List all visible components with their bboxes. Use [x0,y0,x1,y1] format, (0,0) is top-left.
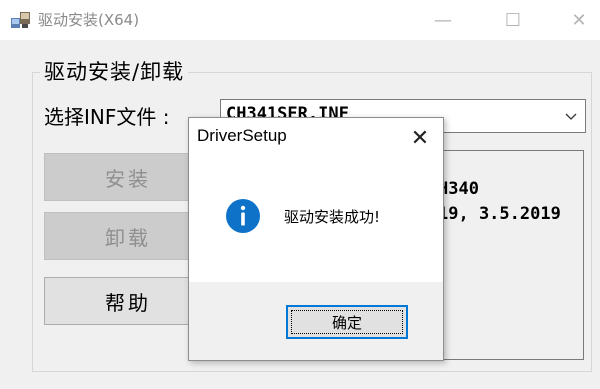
help-button[interactable]: 帮助 [44,277,212,325]
driver-info-line: H340 [438,179,479,199]
install-button[interactable]: 安装 [44,153,212,201]
driversetup-dialog: DriverSetup ✕ 驱动安装成功! 确定 [188,117,444,361]
title-bar: 驱动安装(X64) — ☐ ✕ [0,0,600,40]
inf-file-label: 选择INF文件 : [44,105,170,129]
driver-info-box: H340 19, 3.5.2019 [420,150,584,360]
dialog-footer: 确定 [189,282,443,360]
uninstall-button[interactable]: 卸载 [44,212,212,260]
chevron-down-icon [565,113,577,120]
minimize-button[interactable]: — [420,0,466,40]
app-icon [11,12,30,28]
focus-rectangle [291,310,403,334]
window-title: 驱动安装(X64) [38,11,140,29]
driver-info-line: 19, 3.5.2019 [438,204,561,224]
dialog-close-button[interactable]: ✕ [405,124,435,152]
dialog-body: 驱动安装成功! [189,158,443,282]
dialog-title: DriverSetup [197,126,287,145]
close-button[interactable]: ✕ [556,0,600,40]
groupbox-title: 驱动安装/卸载 [40,56,189,86]
maximize-button[interactable]: ☐ [490,0,536,40]
ok-button[interactable]: 确定 [286,305,408,339]
dialog-title-bar: DriverSetup ✕ [189,118,443,158]
info-icon [226,199,260,233]
dialog-message: 驱动安装成功! [284,208,381,226]
